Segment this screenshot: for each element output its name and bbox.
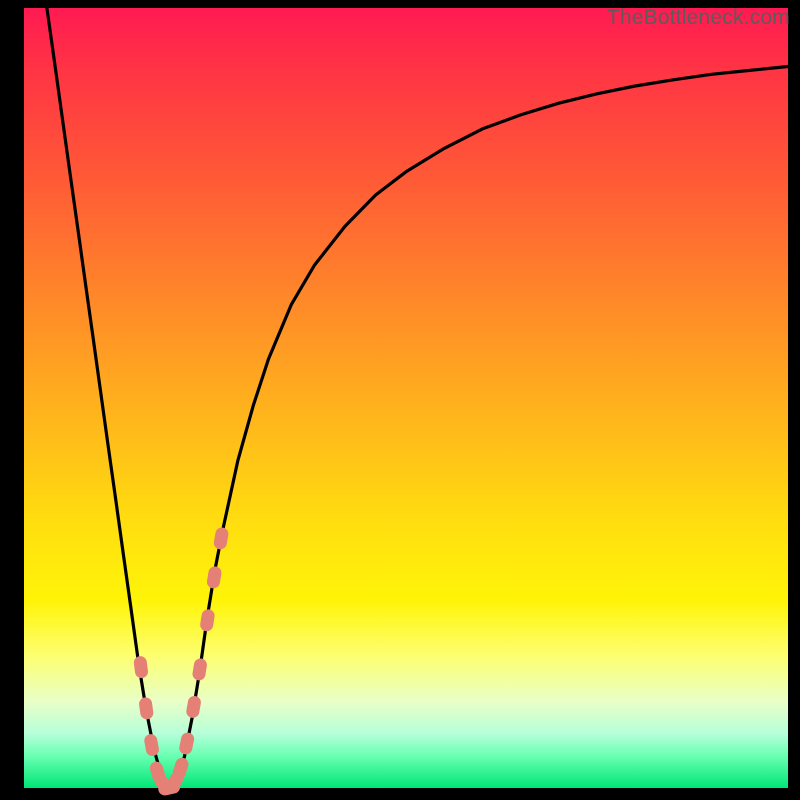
chart-gradient-background <box>24 8 788 788</box>
chart-frame: TheBottleneck.com <box>0 0 800 800</box>
watermark-text: TheBottleneck.com <box>607 6 790 30</box>
